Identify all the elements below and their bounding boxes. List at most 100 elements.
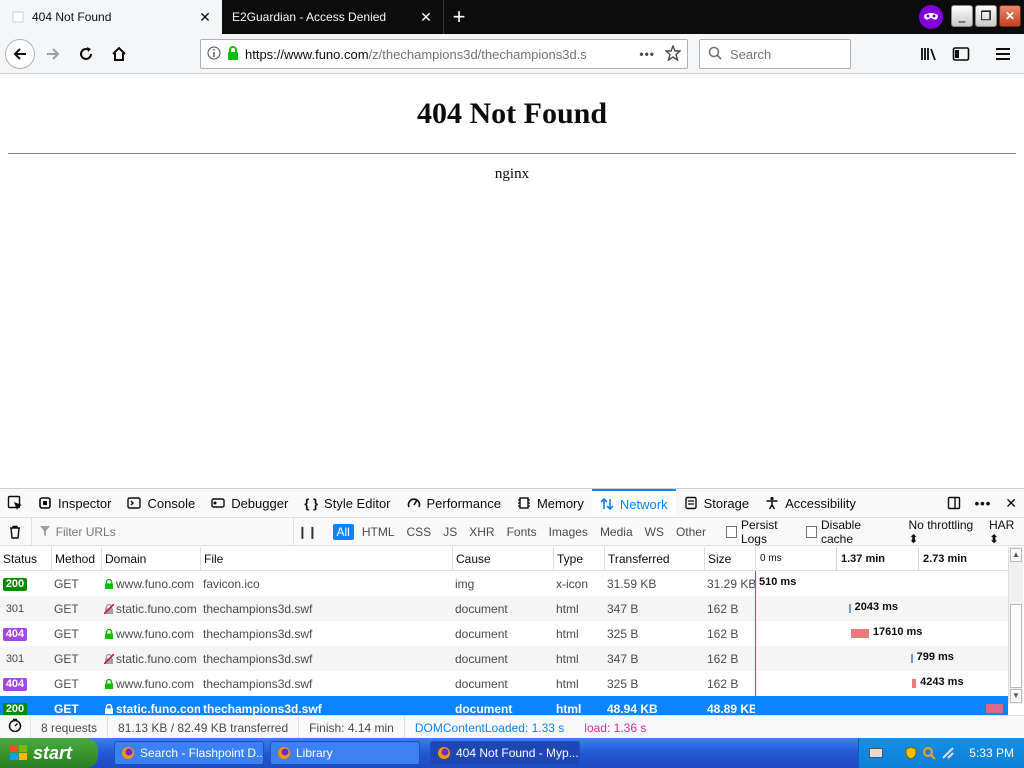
table-row[interactable]: 200 GET www.funo.com favicon.ico img x-icon 31… [0,571,1008,596]
tab-accessibility[interactable]: Accessibility [757,489,864,517]
transferred-summary: 81.13 KB / 82.49 KB transferred [108,715,300,740]
table-row[interactable]: 404 GET www.funo.com thechampions3d.swf docu… [0,671,1008,696]
performance-analysis-icon[interactable] [0,715,31,740]
persist-logs-checkbox[interactable]: Persist Logs [725,518,800,546]
tab-inspector[interactable]: Inspector [30,489,119,517]
site-info-icon[interactable] [207,46,221,63]
column-method[interactable]: Method [51,546,101,571]
tab-e2guardian[interactable]: E2Guardian - Access Denied ✕ [222,0,444,34]
throttling-select[interactable]: No throttling ⬍ [909,518,980,546]
reload-icon[interactable] [71,39,101,69]
filter-urls-field[interactable] [30,517,294,546]
checkbox-box[interactable] [725,525,737,538]
tab-memory[interactable]: Memory [509,489,592,517]
disable-cache-checkbox[interactable]: Disable cache [806,518,888,546]
column-transferred[interactable]: Transferred [604,546,704,571]
inspector-icon [38,496,52,510]
close-window-icon[interactable]: ✕ [999,5,1021,27]
table-row[interactable]: 301 GET static.funo.com thechampions3d.swf d… [0,596,1008,621]
tab-performance[interactable]: Performance [399,489,509,517]
checkbox-box[interactable] [806,525,817,538]
task-label: 404 Not Found - Myp... [456,746,579,760]
network-tray-icon[interactable] [941,746,955,760]
request-list-scrollbar[interactable]: ▲ ▼ [1008,547,1023,704]
search-box[interactable] [699,39,851,69]
scrollbar-thumb[interactable] [1010,604,1022,688]
toolbar-right [912,39,1018,69]
security-shield-icon[interactable] [905,746,917,760]
filter-media[interactable]: Media [596,524,637,540]
network-filter-bar: ❙❙ All HTML CSS JS XHR Fonts Images Medi… [0,517,1024,546]
waterfall-cell: 4243 ms [755,671,1008,696]
page-actions-menu-icon[interactable]: ••• [639,47,655,61]
home-icon[interactable] [104,39,134,69]
page-heading: 404 Not Found [416,97,608,130]
tab-console[interactable]: Console [119,489,203,517]
filter-html[interactable]: HTML [358,524,399,540]
filter-other[interactable]: Other [672,524,710,540]
filter-css[interactable]: CSS [403,524,436,540]
forward-arrow-icon[interactable] [38,39,68,69]
secure-lock-icon [105,678,113,689]
table-row[interactable]: 301 GET static.funo.com thechampions3d.swf d… [0,646,1008,671]
column-cause[interactable]: Cause [452,546,553,571]
bookmark-star-icon[interactable] [664,43,682,64]
search-tray-icon[interactable] [922,746,937,760]
scroll-up-arrow-icon[interactable]: ▲ [1010,548,1022,562]
taskbar-item-404[interactable]: 404 Not Found - Myp... [430,741,580,765]
element-picker-icon[interactable] [0,489,30,517]
filter-all[interactable]: All [332,523,354,540]
minimize-window-icon[interactable]: ‗ [951,5,973,27]
filter-xhr[interactable]: XHR [465,524,498,540]
column-size[interactable]: Size [704,546,755,571]
tab-style-editor[interactable]: { } Style Editor [296,489,398,517]
tab-404-not-found[interactable]: 404 Not Found ✕ [0,0,222,34]
tab-label: Network [619,496,668,512]
start-button[interactable]: start [0,738,98,768]
tab-network[interactable]: Network [591,489,676,517]
devtools-menu-icon[interactable]: ••• [968,496,999,511]
column-type[interactable]: Type [553,546,604,571]
filter-urls-input[interactable] [53,523,284,540]
har-menu[interactable]: HAR ⬍ [989,518,1024,546]
task-label: Search - Flashpoint D... [140,746,264,760]
devtools-close-icon[interactable]: ✕ [998,495,1024,512]
taskbar-item-library[interactable]: Library [270,741,420,765]
column-domain[interactable]: Domain [101,546,200,571]
tab-storage[interactable]: Storage [676,489,758,517]
tab-close-icon[interactable]: ✕ [417,8,435,26]
style-editor-icon: { } [304,495,319,511]
filter-ws[interactable]: WS [641,524,668,540]
tab-close-icon[interactable]: ✕ [196,8,214,26]
search-input[interactable] [728,45,828,63]
tab-debugger[interactable]: Debugger [203,489,296,517]
taskbar-item-flashpoint[interactable]: Search - Flashpoint D... [114,741,264,765]
clear-trash-icon[interactable] [0,525,31,539]
back-arrow-icon[interactable] [5,38,35,69]
pause-recording-button[interactable]: ❙❙ [293,517,320,546]
waterfall-time-label: 17610 ms [872,626,923,638]
url-path: /z/thechampions3d/thechampions3d.s [368,46,587,62]
debugger-icon [211,496,225,510]
status-badge: 301 [5,653,25,665]
column-waterfall[interactable]: 0 ms 1.37 min 2.73 min [755,546,1008,571]
url-bar[interactable]: https://www.funo.com/z/thechampions3d/th… [200,39,688,69]
keyboard-icon[interactable] [869,748,884,758]
tab-label: Performance [426,495,501,511]
sidebar-toggle-icon[interactable] [946,39,976,69]
waterfall-tick: 2.73 min [918,546,967,571]
scroll-down-arrow-icon[interactable]: ▼ [1010,689,1022,703]
hamburger-menu-icon[interactable] [988,39,1018,69]
method-cell: GET [54,676,79,691]
library-icon[interactable] [914,39,944,69]
column-status[interactable]: Status [0,547,51,571]
dock-side-icon[interactable] [940,496,968,510]
filter-fonts[interactable]: Fonts [503,524,541,540]
filter-js[interactable]: JS [439,524,461,540]
column-file[interactable]: File [200,546,452,571]
waterfall-time-label: 4243 ms [920,676,964,688]
new-tab-plus-icon[interactable]: + [444,0,474,34]
restore-window-icon[interactable]: ❐ [975,5,997,27]
filter-images[interactable]: Images [545,524,592,540]
table-row[interactable]: 404 GET www.funo.com thechampions3d.swf docu… [0,621,1008,646]
